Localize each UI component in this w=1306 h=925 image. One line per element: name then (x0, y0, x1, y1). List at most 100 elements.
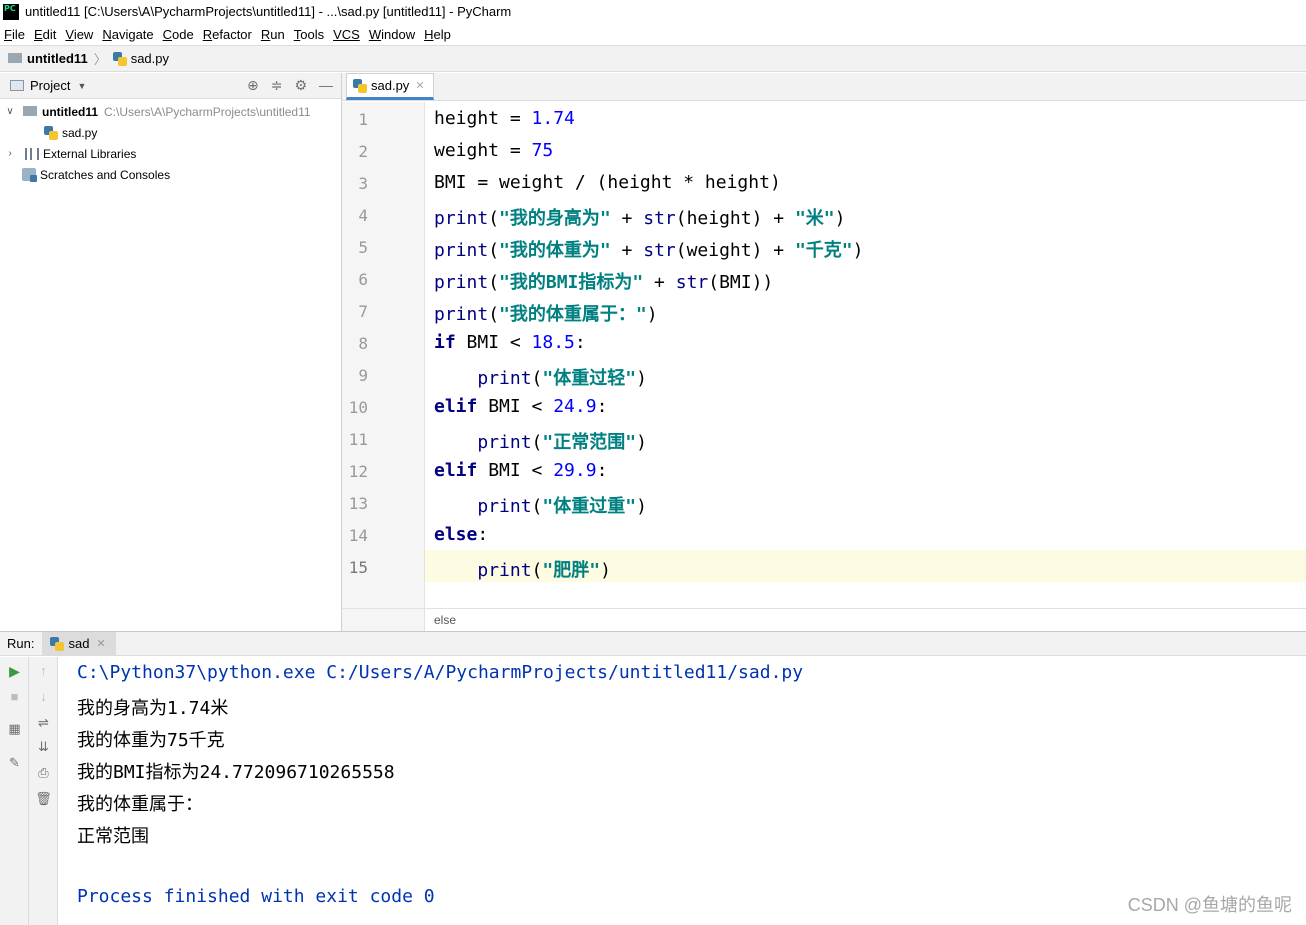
project-view-icon (10, 80, 24, 91)
close-icon[interactable]: ✕ (415, 79, 424, 92)
line-number: 10 (348, 398, 368, 417)
python-file-icon (112, 51, 127, 66)
tree-scratches[interactable]: Scratches and Consoles (0, 164, 341, 185)
locate-target-icon[interactable]: ⊕ (247, 77, 259, 94)
chevron-down-icon[interactable]: ▼ (77, 81, 86, 91)
menu-file[interactable]: File (4, 27, 25, 42)
run-toolbar-secondary: ↑ ↓ ⇌ ⇊ ⎙ 🗑 (29, 657, 58, 925)
line-number: 5 (358, 238, 368, 257)
tree-file-label: sad.py (62, 125, 98, 140)
run-tab-label: sad (68, 636, 90, 651)
stop-icon[interactable]: ■ (0, 689, 29, 704)
nav-project-crumb[interactable]: untitled11 (27, 51, 88, 66)
line-number: 11 (348, 430, 368, 449)
code-line: elif BMI < 29.9: (434, 460, 608, 481)
code-line: weight = 75 (434, 140, 554, 161)
line-number: 3 (358, 174, 368, 193)
tree-file-sad[interactable]: sad.py (0, 122, 341, 143)
arrow-down-icon[interactable]: ↓ (29, 689, 58, 704)
title-bar: PC untitled11 [C:\Users\A\PycharmProject… (0, 0, 1306, 23)
code-line: print("正常范围") (477, 432, 647, 453)
layout-icon[interactable]: ▦ (0, 721, 29, 737)
minimize-icon[interactable]: — (319, 77, 333, 94)
editor-tab-sad[interactable]: sad.py ✕ (346, 73, 434, 100)
chevron-right-icon[interactable]: › (3, 148, 17, 159)
pin-icon[interactable]: ✎ (0, 755, 29, 771)
project-tree: ∨ untitled11 C:\Users\A\PycharmProjects\… (0, 99, 341, 185)
line-number: 15 (348, 558, 368, 577)
code-line: BMI = weight / (height * height) (434, 172, 781, 193)
tree-root-name: untitled11 (42, 104, 99, 119)
code-line: elif BMI < 24.9: (434, 396, 608, 417)
code-line: if BMI < 18.5: (434, 332, 586, 353)
close-icon[interactable]: ✕ (96, 637, 105, 650)
editor-breadcrumb[interactable]: else (434, 613, 456, 627)
collapse-all-icon[interactable]: ≑ (271, 77, 283, 94)
navigation-bar: untitled11 〉 sad.py (0, 45, 1306, 72)
watermark: CSDN @鱼塘的鱼呢 (1127, 895, 1292, 915)
console-line: 我的体重为75千克 (77, 730, 225, 751)
console-line: 正常范围 (77, 826, 149, 847)
console-line: 我的身高为1.74米 (77, 698, 229, 719)
menu-help[interactable]: Help (424, 27, 451, 42)
editor-tab-bar: sad.py ✕ (342, 73, 1306, 101)
run-header: Run: sad ✕ (0, 631, 1306, 656)
menu-tools[interactable]: Tools (294, 27, 324, 42)
folder-icon (23, 105, 37, 116)
chevron-down-icon[interactable]: ∨ (3, 106, 17, 117)
window-title: untitled11 [C:\Users\A\PycharmProjects\u… (25, 4, 512, 19)
rerun-icon[interactable]: ▶ (0, 663, 29, 680)
project-tool-window: Project ▼ ⊕ ≑ ⚙ — ∨ untitled11 C:\Users\… (0, 73, 342, 631)
code-area[interactable]: 1 2 3 4 5 6 7 8 9 10 11 12 13 14 15 heig… (342, 102, 1306, 608)
nav-file-crumb[interactable]: sad.py (131, 51, 169, 66)
run-label: Run: (7, 636, 35, 651)
menu-code[interactable]: Code (163, 27, 194, 42)
code-line: print("我的体重属于：") (434, 304, 658, 325)
tree-root[interactable]: ∨ untitled11 C:\Users\A\PycharmProjects\… (0, 101, 341, 122)
menu-edit[interactable]: Edit (34, 27, 56, 42)
editor-tab-label: sad.py (371, 78, 410, 93)
menu-window[interactable]: Window (369, 27, 415, 42)
code-line: print("我的体重为" + str(weight) + "千克") (434, 240, 864, 261)
line-number: 1 (358, 110, 368, 129)
console-line: C:\Python37\python.exe C:/Users/A/Pychar… (77, 662, 804, 683)
menu-vcs[interactable]: VCS (333, 27, 360, 42)
code-line: print("体重过轻") (477, 368, 647, 389)
line-number: 6 (358, 270, 368, 289)
code-line: height = 1.74 (434, 108, 575, 129)
scroll-to-end-icon[interactable]: ⇊ (29, 739, 58, 755)
folder-icon (8, 52, 22, 63)
project-view-selector[interactable]: Project (30, 78, 70, 93)
arrow-up-icon[interactable]: ↑ (29, 663, 58, 678)
console-line: 我的体重属于： (77, 794, 203, 815)
line-number: 9 (358, 366, 368, 385)
tree-root-path: C:\Users\A\PycharmProjects\untitled11 (104, 104, 311, 119)
soft-wrap-icon[interactable]: ⇌ (29, 715, 58, 731)
editor-breadcrumb-bar: else (342, 608, 1306, 632)
line-number: 4 (358, 206, 368, 225)
print-icon[interactable]: ⎙ (29, 765, 58, 781)
editor: sad.py ✕ 1 2 3 4 5 6 7 8 9 10 11 12 13 1… (342, 73, 1306, 632)
menu-bar: File Edit View Navigate Code Refactor Ru… (0, 23, 1306, 45)
code-line: print("我的身高为" + str(height) + "米") (434, 208, 846, 229)
console-line: 我的BMI指标为24.772096710265558 (77, 762, 395, 783)
code-line: print("体重过重") (477, 496, 647, 517)
line-number-gutter: 1 2 3 4 5 6 7 8 9 10 11 12 13 14 15 (342, 102, 425, 608)
line-number: 8 (358, 334, 368, 353)
gear-icon[interactable]: ⚙ (294, 77, 307, 94)
trash-icon[interactable]: 🗑 (29, 791, 58, 807)
line-number: 13 (348, 494, 368, 513)
line-number: 14 (348, 526, 368, 545)
line-number: 12 (348, 462, 368, 481)
tree-external-libraries[interactable]: › External Libraries (0, 143, 341, 164)
line-number: 7 (358, 302, 368, 321)
pycharm-logo-icon: PC (3, 3, 19, 20)
run-tab-sad[interactable]: sad ✕ (42, 631, 116, 656)
chevron-right-icon: 〉 (93, 52, 107, 67)
menu-view[interactable]: View (65, 27, 93, 42)
project-panel-header: Project ▼ ⊕ ≑ ⚙ — (0, 73, 341, 99)
menu-run[interactable]: Run (261, 27, 285, 42)
library-icon (25, 147, 39, 160)
menu-navigate[interactable]: Navigate (102, 27, 153, 42)
menu-refactor[interactable]: Refactor (203, 27, 252, 42)
